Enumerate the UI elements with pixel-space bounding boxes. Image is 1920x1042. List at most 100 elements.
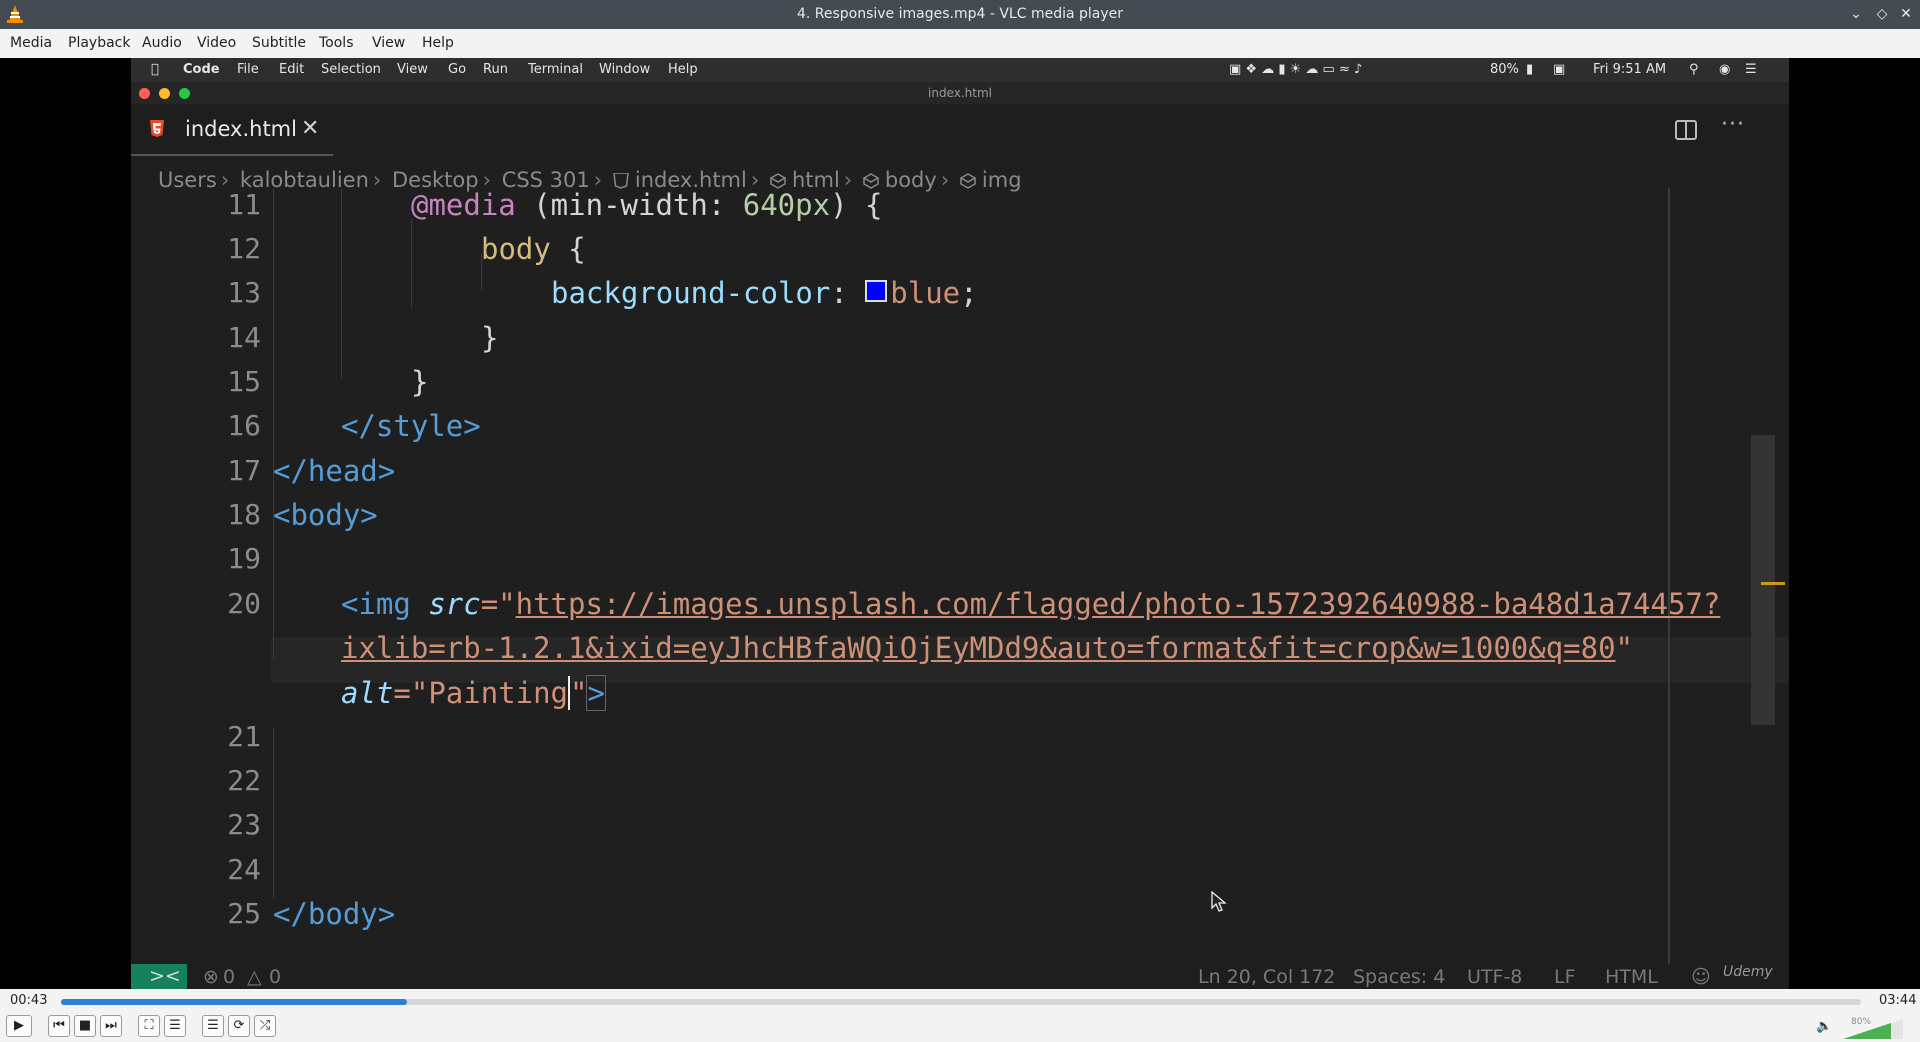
token: 640px bbox=[742, 188, 831, 222]
code-line: alt="Painting"> bbox=[341, 675, 606, 711]
shuffle-button[interactable]: ⤮ bbox=[254, 1015, 276, 1037]
fullscreen-button[interactable]: ⛶ bbox=[138, 1015, 160, 1037]
line-number: 22 bbox=[227, 764, 261, 797]
token: { bbox=[550, 232, 586, 266]
remote-icon: >< bbox=[131, 964, 187, 989]
code-line: ixlib=rb-1.2.1&ixid=eyJhcHBfaWQiOjEyMDd9… bbox=[341, 631, 1633, 665]
line-number: 14 bbox=[227, 321, 261, 354]
status-icons: ▣ ❖ ☁ ▮ ☀ ☁ ▭ ≈ ♪ bbox=[1229, 62, 1363, 77]
line-number: 16 bbox=[227, 409, 261, 442]
code-line: </head> bbox=[273, 454, 396, 488]
playlist-button[interactable]: ☰ bbox=[202, 1015, 224, 1037]
code-line: @media (min-width: 640px) { bbox=[411, 188, 882, 222]
menu-playback[interactable]: Playback bbox=[68, 35, 130, 51]
close-icon[interactable]: ✕ bbox=[1896, 4, 1916, 24]
menu-audio[interactable]: Audio bbox=[142, 35, 182, 51]
line-number: 19 bbox=[227, 542, 261, 575]
line-number: 18 bbox=[227, 498, 261, 531]
editor-status-bar: >< ⊗ 0 △ 0 Ln 20, Col 172 Spaces: 4 UTF-… bbox=[131, 964, 1789, 989]
mouse-pointer-icon bbox=[1211, 891, 1227, 912]
editor-window-title: index.html bbox=[131, 82, 1789, 104]
menu-bar: Media Playback Audio Video Subtitle Tool… bbox=[0, 29, 1920, 59]
volume-level: 80% bbox=[1851, 1017, 1872, 1027]
tab-index-html: index.html ✕ bbox=[131, 104, 333, 156]
errors-count: 0 bbox=[223, 966, 236, 988]
line-number: 11 bbox=[227, 188, 261, 221]
menu-video[interactable]: Video bbox=[197, 35, 236, 51]
code-editor: 11 12 13 14 15 16 17 18 19 20 21 22 23 2… bbox=[131, 188, 1789, 978]
token: (min-width: bbox=[515, 188, 743, 222]
previous-button[interactable]: ⏮ bbox=[48, 1015, 70, 1037]
element-icon bbox=[862, 173, 879, 189]
menu-tools[interactable]: Tools bbox=[319, 35, 354, 51]
token: " bbox=[1615, 631, 1634, 665]
mac-menu-terminal: Terminal bbox=[528, 62, 583, 77]
split-editor-icon bbox=[1675, 120, 1697, 140]
play-button[interactable]: ▶ bbox=[6, 1015, 32, 1037]
display-icon: ▣ bbox=[1553, 62, 1566, 77]
token: background-color bbox=[551, 276, 831, 310]
token: @media bbox=[411, 188, 516, 222]
seek-progress bbox=[61, 999, 407, 1005]
scrollbar-marker bbox=[1761, 582, 1785, 585]
battery-icon: ▮ bbox=[1526, 62, 1534, 77]
token: : bbox=[830, 276, 866, 310]
menu-view[interactable]: View bbox=[372, 35, 405, 51]
next-button[interactable]: ⏭ bbox=[100, 1015, 122, 1037]
editor-scrollbar bbox=[1751, 435, 1775, 725]
maximize-icon[interactable]: ◇ bbox=[1872, 4, 1892, 24]
element-icon bbox=[959, 173, 976, 189]
token: body bbox=[481, 232, 551, 266]
minimize-icon[interactable]: ⌄ bbox=[1846, 4, 1866, 24]
token: https://images.unsplash.com/flagged/phot… bbox=[515, 587, 1721, 621]
loop-button[interactable]: ⟳ bbox=[228, 1015, 250, 1037]
html5-icon bbox=[150, 120, 164, 137]
battery-label: 80% bbox=[1490, 62, 1519, 77]
indentation: Spaces: 4 bbox=[1353, 966, 1446, 988]
video-frame:  Code File Edit Selection View Go Run T… bbox=[131, 58, 1789, 989]
mac-menu-window: Window bbox=[599, 62, 651, 77]
mac-menu-file: File bbox=[237, 62, 259, 77]
mac-menu-selection: Selection bbox=[321, 62, 381, 77]
token: " bbox=[568, 676, 588, 710]
code-line: } bbox=[411, 365, 429, 399]
token: Painting bbox=[428, 676, 568, 710]
code-line: <img src="https://images.unsplash.com/fl… bbox=[341, 587, 1720, 621]
language-mode: HTML bbox=[1605, 966, 1658, 988]
line-number: 13 bbox=[227, 276, 261, 309]
extended-settings-button[interactable]: ☰ bbox=[164, 1015, 186, 1037]
menu-subtitle[interactable]: Subtitle bbox=[252, 35, 306, 51]
line-number: 17 bbox=[227, 454, 261, 487]
token: =" bbox=[480, 587, 516, 621]
mac-menu-go: Go bbox=[448, 62, 467, 77]
seek-bar[interactable] bbox=[61, 999, 1861, 1005]
mac-minimize-icon bbox=[159, 88, 170, 99]
line-number: 15 bbox=[227, 365, 261, 398]
token: ixlib=rb-1.2.1&ixid=eyJhcHBfaWQiOjEyMDd9… bbox=[341, 631, 1616, 665]
video-area[interactable]:  Code File Edit Selection View Go Run T… bbox=[0, 58, 1920, 989]
tab-close-icon: ✕ bbox=[301, 116, 320, 141]
encoding: UTF-8 bbox=[1467, 966, 1523, 988]
editor-ruler bbox=[1668, 188, 1670, 978]
line-number: 23 bbox=[227, 808, 261, 841]
mac-menu-edit: Edit bbox=[279, 62, 305, 77]
line-number: 12 bbox=[227, 232, 261, 265]
mac-close-icon bbox=[139, 88, 150, 99]
code-line: } bbox=[481, 321, 499, 355]
menu-help[interactable]: Help bbox=[422, 35, 454, 51]
line-number: 25 bbox=[227, 897, 261, 930]
token: <img bbox=[341, 587, 411, 621]
token: blue bbox=[890, 276, 961, 310]
errors-icon: ⊗ bbox=[203, 966, 219, 988]
menu-media[interactable]: Media bbox=[10, 35, 52, 51]
window-title: 4. Responsive images.mp4 - VLC media pla… bbox=[796, 6, 1124, 22]
speaker-icon[interactable]: 🔈 bbox=[1816, 1019, 1832, 1034]
player-controls: ▶ ⏮ ■ ⏭ ⛶ ☰ ☰ ⟳ ⤮ 🔈 80% bbox=[0, 1011, 1920, 1042]
title-bar: 4. Responsive images.mp4 - VLC media pla… bbox=[0, 0, 1920, 29]
line-number: 24 bbox=[227, 853, 261, 886]
clock: Fri 9:51 AM bbox=[1593, 62, 1667, 77]
token: =" bbox=[393, 676, 429, 710]
code-line: </style> bbox=[341, 409, 481, 443]
token: ) { bbox=[830, 188, 883, 222]
stop-button[interactable]: ■ bbox=[74, 1015, 96, 1037]
